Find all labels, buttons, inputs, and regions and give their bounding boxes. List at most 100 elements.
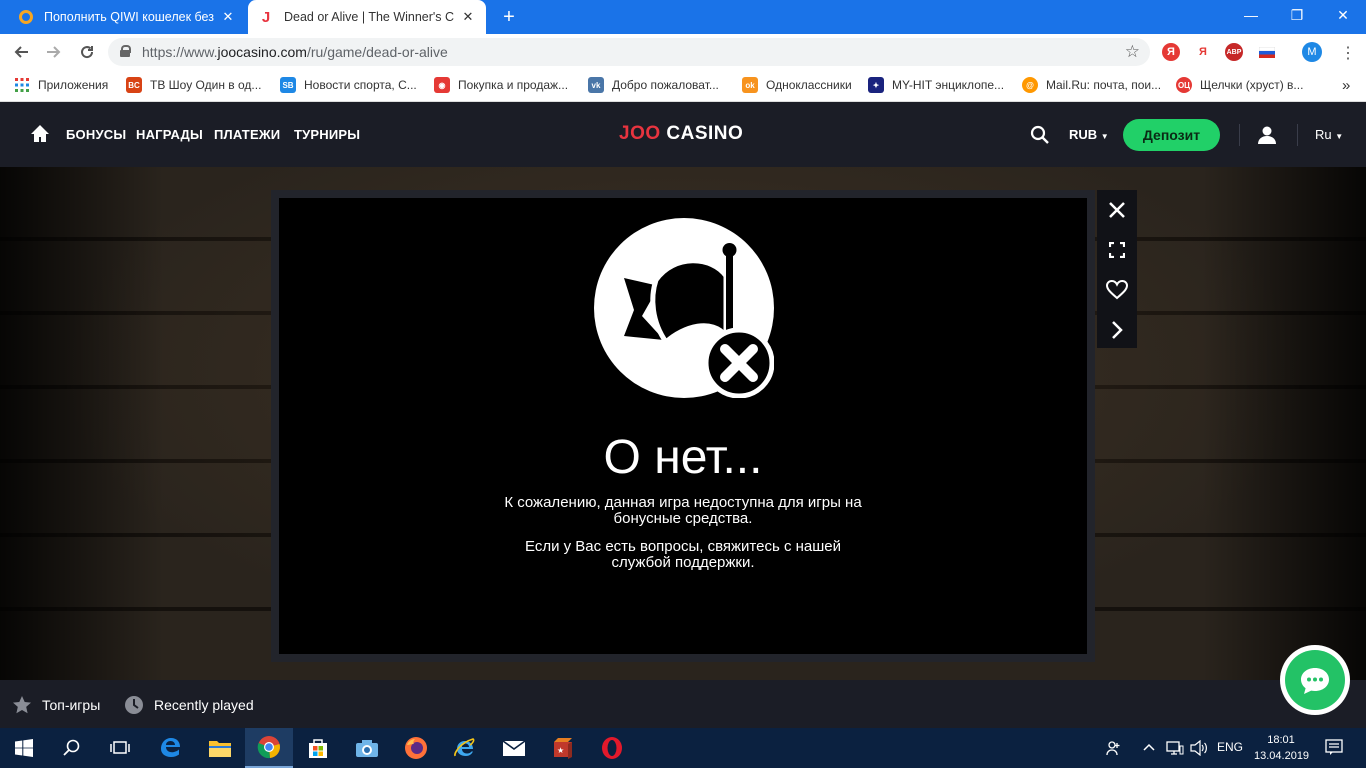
modal-support-message: Если у Вас есть вопросы, свяжитесь с наш…: [525, 538, 841, 571]
windows-start-icon[interactable]: [0, 728, 48, 768]
url-field[interactable]: https://www.joocasino.com/ru/game/dead-o…: [108, 38, 1150, 66]
car-icon: ◉: [434, 77, 450, 93]
volume-icon[interactable]: [1190, 739, 1208, 759]
game-unavailable-modal: О нет... К сожалению, данная игра недост…: [279, 198, 1087, 654]
bookmark-sport-news[interactable]: SB Новости спорта, С...: [280, 77, 417, 93]
firefox-icon[interactable]: [392, 728, 440, 768]
vk-icon: vk: [588, 77, 604, 93]
bookmark-tv-show[interactable]: BC ТВ Шоу Один в од...: [126, 77, 261, 93]
search-icon[interactable]: [48, 728, 96, 768]
maximize-button[interactable]: ❐: [1274, 0, 1320, 30]
browser-tab-bar: Пополнить QIWI кошелек без к ✕ J Dead or…: [0, 0, 1366, 34]
back-arrow-icon: [14, 46, 28, 58]
browser-menu-icon[interactable]: ⋮: [1340, 43, 1356, 63]
currency-selector[interactable]: RUB ▼: [1069, 127, 1109, 142]
file-explorer-icon[interactable]: [196, 728, 244, 768]
system-clock[interactable]: 18:01 13.04.2019: [1254, 732, 1310, 764]
opera-icon[interactable]: [588, 728, 636, 768]
modal-title: О нет...: [603, 431, 763, 484]
nav-payments[interactable]: ПЛАТЕЖИ: [214, 127, 280, 142]
support-chat-button[interactable]: [1280, 645, 1350, 715]
bookmark-my-hit[interactable]: ✦ MY-HIT энциклопе...: [868, 77, 1004, 93]
ie-icon[interactable]: [441, 728, 489, 768]
bookmark-ok[interactable]: ok Одноклассники: [742, 77, 852, 93]
tab-dead-or-alive[interactable]: J Dead or Alive | The Winner's Club ✕: [248, 0, 486, 34]
chat-bubble-icon: [1301, 668, 1329, 694]
bookmark-clicks[interactable]: ОЦ Щелчки (хруст) в...: [1176, 77, 1303, 93]
tray-overflow-icon[interactable]: [1142, 740, 1156, 757]
forward-button[interactable]: [42, 40, 66, 64]
russian-flag-icon[interactable]: [1258, 43, 1276, 61]
bookmarks-overflow-icon[interactable]: »: [1342, 77, 1350, 94]
clock-date: 13.04.2019: [1254, 750, 1310, 762]
svg-text:★: ★: [557, 746, 564, 755]
top-games-label: Топ-игры: [42, 697, 101, 713]
deposit-button[interactable]: Депозит: [1123, 119, 1220, 151]
flag-error-icon: [594, 218, 774, 398]
game-icon[interactable]: ★: [539, 728, 587, 768]
camera-icon[interactable]: [343, 728, 391, 768]
notifications-icon[interactable]: [1325, 738, 1343, 759]
tab-qiwi[interactable]: Пополнить QIWI кошелек без к ✕: [8, 0, 246, 34]
bc-icon: BC: [126, 77, 142, 93]
close-game-button[interactable]: [1105, 198, 1129, 222]
close-window-button[interactable]: ✕: [1320, 0, 1366, 30]
close-icon: [1109, 202, 1125, 218]
yandex-extension-icon[interactable]: Я: [1162, 43, 1180, 61]
star-icon: [13, 696, 31, 714]
lock-icon: [120, 45, 131, 57]
language-selector[interactable]: Ru ▼: [1315, 127, 1343, 142]
fullscreen-icon: [1109, 242, 1125, 258]
recently-played-label: Recently played: [154, 697, 254, 713]
store-icon[interactable]: [294, 728, 342, 768]
top-games-tab[interactable]: Топ-игры: [12, 695, 100, 715]
reload-button[interactable]: [75, 40, 99, 64]
yandex-search-icon[interactable]: Я: [1194, 43, 1212, 61]
tab-title: Dead or Alive | The Winner's Club: [284, 10, 454, 24]
bookmark-apps[interactable]: Приложения: [14, 77, 108, 93]
bookmark-mailru[interactable]: @ Mail.Ru: почта, пои...: [1022, 77, 1161, 93]
minimize-button[interactable]: —: [1228, 0, 1274, 30]
input-language[interactable]: ENG: [1217, 740, 1243, 754]
chevron-right-icon: [1112, 321, 1123, 339]
close-tab-icon[interactable]: ✕: [460, 9, 476, 25]
bookmark-label: Одноклассники: [766, 78, 852, 92]
chevron-down-icon: ▼: [1100, 132, 1109, 141]
people-icon[interactable]: [1106, 740, 1122, 759]
search-icon[interactable]: [1030, 125, 1050, 145]
bookmark-label: Приложения: [38, 78, 109, 92]
adblock-icon[interactable]: ABP: [1225, 43, 1243, 61]
close-tab-icon[interactable]: ✕: [220, 9, 236, 25]
nav-bonuses[interactable]: БОНУСЫ: [66, 127, 126, 142]
home-icon[interactable]: [30, 124, 50, 144]
site-header: БОНУСЫ НАГРАДЫ ПЛАТЕЖИ ТУРНИРЫ JOO CASIN…: [0, 102, 1366, 167]
joo-icon: J: [261, 8, 271, 26]
bookmark-label: Добро пожаловат...: [612, 78, 719, 92]
edge-icon[interactable]: [146, 728, 194, 768]
game-bottom-bar: Топ-игры Recently played: [0, 680, 1366, 728]
site-logo[interactable]: JOO CASINO: [619, 123, 743, 145]
recently-played-tab[interactable]: Recently played: [124, 695, 254, 715]
chrome-icon[interactable]: [245, 728, 293, 768]
bookmarks-bar: Приложения BC ТВ Шоу Один в од... SB Нов…: [0, 70, 1366, 102]
fullscreen-button[interactable]: [1105, 238, 1129, 262]
mail-icon[interactable]: [490, 728, 538, 768]
favorite-button[interactable]: [1105, 278, 1129, 302]
ok-icon: ok: [742, 77, 758, 93]
task-view-icon[interactable]: [96, 728, 144, 768]
bookmark-star-icon[interactable]: ☆: [1125, 42, 1140, 62]
profile-avatar[interactable]: M: [1302, 42, 1322, 62]
nav-rewards[interactable]: НАГРАДЫ: [136, 127, 203, 142]
windows-taskbar: ★ ENG 18:01 13.04.2019: [0, 728, 1366, 768]
new-tab-button[interactable]: +: [498, 6, 520, 28]
back-button[interactable]: [9, 40, 33, 64]
bookmark-cars[interactable]: ◉ Покупка и продаж...: [434, 77, 568, 93]
next-game-button[interactable]: [1105, 318, 1129, 342]
tab-title: Пополнить QIWI кошелек без к: [44, 10, 214, 24]
bookmark-vk[interactable]: vk Добро пожаловат...: [588, 77, 719, 93]
url-text: https://www.joocasino.com/ru/game/dead-o…: [142, 44, 448, 60]
network-icon[interactable]: [1166, 740, 1184, 759]
apps-grid-icon: [14, 77, 30, 93]
user-icon[interactable]: [1257, 125, 1277, 145]
nav-tournaments[interactable]: ТУРНИРЫ: [294, 127, 360, 142]
